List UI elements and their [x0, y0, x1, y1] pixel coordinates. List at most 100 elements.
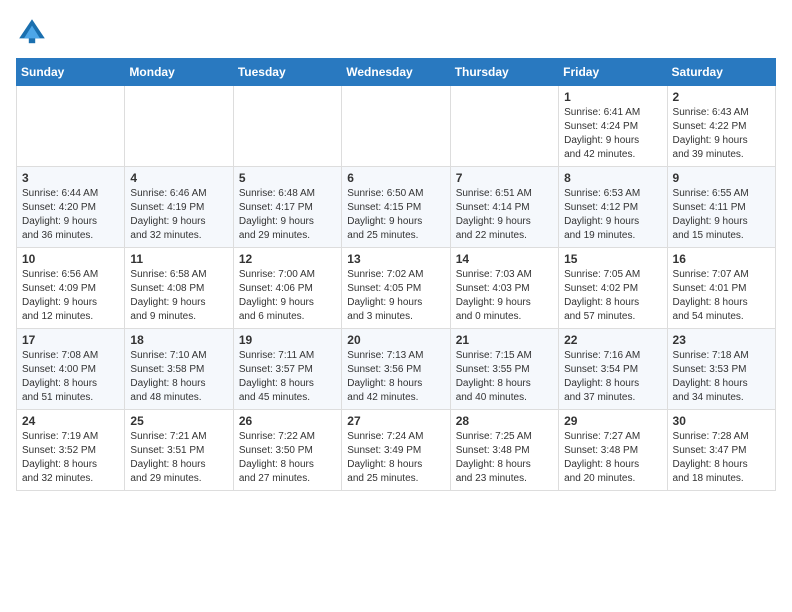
header — [16, 16, 776, 48]
day-number: 6 — [347, 171, 444, 185]
day-number: 18 — [130, 333, 227, 347]
week-row-2: 3 Sunrise: 6:44 AM Sunset: 4:20 PM Daylig… — [17, 167, 776, 248]
day-number: 25 — [130, 414, 227, 428]
day-info: Sunrise: 6:53 AM Sunset: 4:12 PM Dayligh… — [564, 187, 661, 243]
day-cell: 20 Sunrise: 7:13 AM Sunset: 3:56 PM Dayli… — [342, 329, 450, 410]
day-cell: 22 Sunrise: 7:16 AM Sunset: 3:54 PM Dayli… — [559, 329, 667, 410]
day-number: 28 — [456, 414, 553, 428]
col-header-thursday: Thursday — [450, 59, 558, 86]
col-header-monday: Monday — [125, 59, 233, 86]
day-cell: 30 Sunrise: 7:28 AM Sunset: 3:47 PM Dayli… — [667, 410, 775, 491]
day-info: Sunrise: 7:13 AM Sunset: 3:56 PM Dayligh… — [347, 349, 444, 405]
day-info: Sunrise: 7:07 AM Sunset: 4:01 PM Dayligh… — [673, 268, 770, 324]
day-number: 21 — [456, 333, 553, 347]
day-number: 12 — [239, 252, 336, 266]
day-cell: 1Sunrise: 6:41 AM Sunset: 4:24 PM Daylig… — [559, 86, 667, 167]
day-info: Sunrise: 6:43 AM Sunset: 4:22 PM Dayligh… — [673, 106, 770, 162]
day-info: Sunrise: 7:21 AM Sunset: 3:51 PM Dayligh… — [130, 430, 227, 486]
day-cell — [233, 86, 341, 167]
day-cell: 24Sunrise: 7:19 AM Sunset: 3:52 PM Dayli… — [17, 410, 125, 491]
day-number: 14 — [456, 252, 553, 266]
logo-icon — [16, 16, 48, 48]
day-cell: 19 Sunrise: 7:11 AM Sunset: 3:57 PM Dayli… — [233, 329, 341, 410]
week-row-5: 24Sunrise: 7:19 AM Sunset: 3:52 PM Dayli… — [17, 410, 776, 491]
day-number: 22 — [564, 333, 661, 347]
day-info: Sunrise: 7:16 AM Sunset: 3:54 PM Dayligh… — [564, 349, 661, 405]
day-info: Sunrise: 6:58 AM Sunset: 4:08 PM Dayligh… — [130, 268, 227, 324]
week-row-1: 1Sunrise: 6:41 AM Sunset: 4:24 PM Daylig… — [17, 86, 776, 167]
day-cell: 21 Sunrise: 7:15 AM Sunset: 3:55 PM Dayli… — [450, 329, 558, 410]
day-number: 17 — [22, 333, 119, 347]
day-cell: 6Sunrise: 6:50 AM Sunset: 4:15 PM Daylig… — [342, 167, 450, 248]
week-row-4: 17 Sunrise: 7:08 AM Sunset: 4:00 PM Dayli… — [17, 329, 776, 410]
day-number: 19 — [239, 333, 336, 347]
day-info: Sunrise: 6:44 AM Sunset: 4:20 PM Dayligh… — [22, 187, 119, 243]
day-info: Sunrise: 7:00 AM Sunset: 4:06 PM Dayligh… — [239, 268, 336, 324]
week-row-3: 10 Sunrise: 6:56 AM Sunset: 4:09 PM Dayli… — [17, 248, 776, 329]
col-header-saturday: Saturday — [667, 59, 775, 86]
day-cell: 4 Sunrise: 6:46 AM Sunset: 4:19 PM Daylig… — [125, 167, 233, 248]
day-cell: 11 Sunrise: 6:58 AM Sunset: 4:08 PM Dayli… — [125, 248, 233, 329]
day-info: Sunrise: 7:02 AM Sunset: 4:05 PM Dayligh… — [347, 268, 444, 324]
day-cell: 8 Sunrise: 6:53 AM Sunset: 4:12 PM Daylig… — [559, 167, 667, 248]
day-number: 7 — [456, 171, 553, 185]
day-number: 29 — [564, 414, 661, 428]
day-info: Sunrise: 7:15 AM Sunset: 3:55 PM Dayligh… — [456, 349, 553, 405]
day-number: 30 — [673, 414, 770, 428]
day-cell: 17 Sunrise: 7:08 AM Sunset: 4:00 PM Dayli… — [17, 329, 125, 410]
day-number: 1 — [564, 90, 661, 104]
day-cell: 3 Sunrise: 6:44 AM Sunset: 4:20 PM Daylig… — [17, 167, 125, 248]
day-info: Sunrise: 7:10 AM Sunset: 3:58 PM Dayligh… — [130, 349, 227, 405]
day-number: 5 — [239, 171, 336, 185]
col-header-friday: Friday — [559, 59, 667, 86]
calendar-header-row: SundayMondayTuesdayWednesdayThursdayFrid… — [17, 59, 776, 86]
day-cell: 7Sunrise: 6:51 AM Sunset: 4:14 PM Daylig… — [450, 167, 558, 248]
day-cell: 27Sunrise: 7:24 AM Sunset: 3:49 PM Dayli… — [342, 410, 450, 491]
day-cell: 23 Sunrise: 7:18 AM Sunset: 3:53 PM Dayli… — [667, 329, 775, 410]
calendar-table: SundayMondayTuesdayWednesdayThursdayFrid… — [16, 58, 776, 491]
day-info: Sunrise: 6:46 AM Sunset: 4:19 PM Dayligh… — [130, 187, 227, 243]
day-cell: 26 Sunrise: 7:22 AM Sunset: 3:50 PM Dayli… — [233, 410, 341, 491]
day-number: 4 — [130, 171, 227, 185]
day-number: 16 — [673, 252, 770, 266]
day-info: Sunrise: 7:03 AM Sunset: 4:03 PM Dayligh… — [456, 268, 553, 324]
day-number: 20 — [347, 333, 444, 347]
day-number: 2 — [673, 90, 770, 104]
day-cell: 9 Sunrise: 6:55 AM Sunset: 4:11 PM Daylig… — [667, 167, 775, 248]
col-header-tuesday: Tuesday — [233, 59, 341, 86]
day-info: Sunrise: 7:28 AM Sunset: 3:47 PM Dayligh… — [673, 430, 770, 486]
day-number: 11 — [130, 252, 227, 266]
day-number: 23 — [673, 333, 770, 347]
col-header-sunday: Sunday — [17, 59, 125, 86]
day-number: 13 — [347, 252, 444, 266]
day-number: 3 — [22, 171, 119, 185]
day-info: Sunrise: 7:18 AM Sunset: 3:53 PM Dayligh… — [673, 349, 770, 405]
day-number: 10 — [22, 252, 119, 266]
day-cell — [450, 86, 558, 167]
day-info: Sunrise: 6:55 AM Sunset: 4:11 PM Dayligh… — [673, 187, 770, 243]
day-cell: 25 Sunrise: 7:21 AM Sunset: 3:51 PM Dayli… — [125, 410, 233, 491]
day-info: Sunrise: 7:22 AM Sunset: 3:50 PM Dayligh… — [239, 430, 336, 486]
day-cell: 28Sunrise: 7:25 AM Sunset: 3:48 PM Dayli… — [450, 410, 558, 491]
day-number: 27 — [347, 414, 444, 428]
day-cell: 29Sunrise: 7:27 AM Sunset: 3:48 PM Dayli… — [559, 410, 667, 491]
day-cell: 13 Sunrise: 7:02 AM Sunset: 4:05 PM Dayli… — [342, 248, 450, 329]
day-info: Sunrise: 6:56 AM Sunset: 4:09 PM Dayligh… — [22, 268, 119, 324]
day-number: 8 — [564, 171, 661, 185]
day-info: Sunrise: 6:48 AM Sunset: 4:17 PM Dayligh… — [239, 187, 336, 243]
day-cell — [125, 86, 233, 167]
logo — [16, 16, 52, 48]
day-number: 9 — [673, 171, 770, 185]
day-cell: 15Sunrise: 7:05 AM Sunset: 4:02 PM Dayli… — [559, 248, 667, 329]
day-number: 26 — [239, 414, 336, 428]
day-cell: 16 Sunrise: 7:07 AM Sunset: 4:01 PM Dayli… — [667, 248, 775, 329]
day-info: Sunrise: 7:11 AM Sunset: 3:57 PM Dayligh… — [239, 349, 336, 405]
page-container: SundayMondayTuesdayWednesdayThursdayFrid… — [0, 0, 792, 501]
day-cell — [17, 86, 125, 167]
day-cell: 5 Sunrise: 6:48 AM Sunset: 4:17 PM Daylig… — [233, 167, 341, 248]
day-info: Sunrise: 7:08 AM Sunset: 4:00 PM Dayligh… — [22, 349, 119, 405]
day-info: Sunrise: 7:19 AM Sunset: 3:52 PM Dayligh… — [22, 430, 119, 486]
day-info: Sunrise: 7:05 AM Sunset: 4:02 PM Dayligh… — [564, 268, 661, 324]
day-cell: 2 Sunrise: 6:43 AM Sunset: 4:22 PM Daylig… — [667, 86, 775, 167]
day-cell: 18 Sunrise: 7:10 AM Sunset: 3:58 PM Dayli… — [125, 329, 233, 410]
